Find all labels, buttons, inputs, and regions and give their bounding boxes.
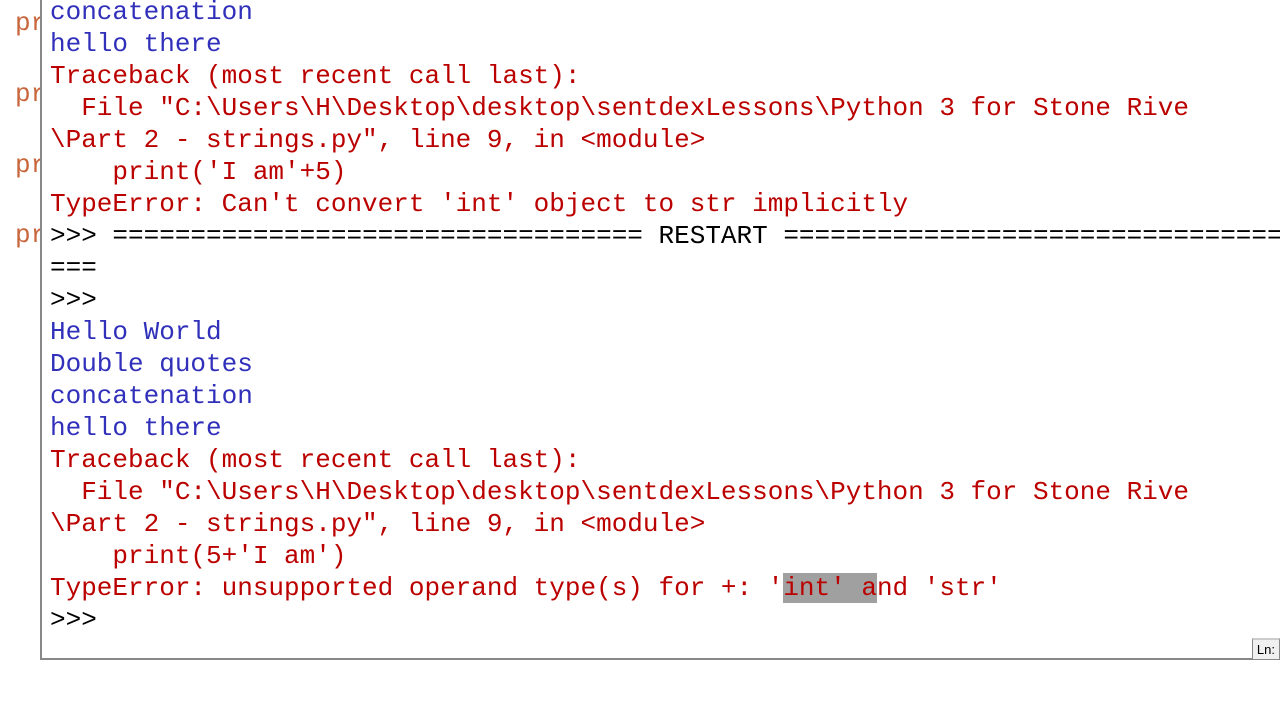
- restart-line: >>> ================================== R…: [50, 220, 1280, 252]
- traceback-line: File "C:\Users\H\Desktop\desktop\sentdex…: [50, 92, 1280, 124]
- shell-prompt: >>>: [50, 221, 112, 251]
- line-number-label: Ln:: [1257, 642, 1275, 657]
- error-text-post: nd 'str': [877, 573, 1002, 603]
- traceback-line: \Part 2 - strings.py", line 9, in <modul…: [50, 124, 1280, 156]
- selected-text: int' a: [783, 573, 877, 603]
- traceback-line: print('I am'+5): [50, 156, 1280, 188]
- shell-output: hello there: [50, 412, 1280, 444]
- error-text-pre: TypeError: unsupported operand type(s) f…: [50, 573, 783, 603]
- traceback-line: File "C:\Users\H\Desktop\desktop\sentdex…: [50, 476, 1280, 508]
- traceback-line: Traceback (most recent call last):: [50, 444, 1280, 476]
- python-shell-window[interactable]: concatenation hello there Traceback (mos…: [40, 0, 1280, 660]
- shell-output: Hello World: [50, 316, 1280, 348]
- restart-banner: ================================== RESTA…: [112, 221, 1280, 251]
- shell-output: concatenation: [50, 380, 1280, 412]
- restart-line: ===: [50, 252, 1280, 284]
- traceback-error: TypeError: unsupported operand type(s) f…: [50, 572, 1280, 604]
- shell-output: hello there: [50, 28, 1280, 60]
- shell-output: concatenation: [50, 0, 1280, 28]
- status-bar: Ln:: [1252, 638, 1280, 660]
- traceback-line: Traceback (most recent call last):: [50, 60, 1280, 92]
- shell-output: Double quotes: [50, 348, 1280, 380]
- traceback-line: print(5+'I am'): [50, 540, 1280, 572]
- traceback-line: \Part 2 - strings.py", line 9, in <modul…: [50, 508, 1280, 540]
- shell-prompt: >>>: [50, 284, 1280, 316]
- traceback-error: TypeError: Can't convert 'int' object to…: [50, 188, 1280, 220]
- shell-prompt-active[interactable]: >>>: [50, 604, 1280, 636]
